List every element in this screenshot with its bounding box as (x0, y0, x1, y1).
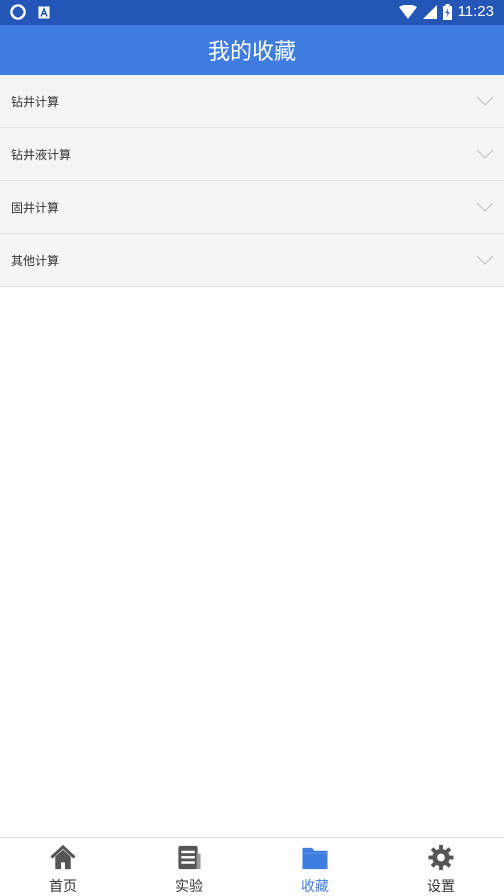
list-item-cementing-calc[interactable]: 固井计算 (0, 181, 504, 234)
cell-signal-icon (422, 4, 437, 19)
folder-icon (302, 847, 328, 870)
page-title: 我的收藏 (207, 40, 296, 65)
tab-label: 实验 (175, 879, 203, 895)
list-item-other-calc[interactable]: 其他计算 (0, 234, 504, 287)
list-item-label: 固井计算 (11, 200, 60, 215)
app-bar: 我的收藏 (0, 25, 504, 75)
favorites-list: 钻井计算 钻井液计算 固井计算 其他计算 (0, 75, 504, 287)
list-item-drilling-calc[interactable]: 钻井计算 (0, 75, 504, 128)
tab-home[interactable]: 首页 (0, 838, 126, 896)
tab-label: 设置 (427, 879, 455, 895)
chevron-down-icon (476, 96, 494, 106)
gear-icon (428, 844, 454, 871)
chevron-down-icon (476, 202, 494, 212)
wifi-icon (398, 4, 417, 19)
sync-icon (10, 4, 26, 20)
keyboard-a-icon (38, 6, 50, 18)
status-bar: 11:23 (0, 0, 504, 25)
bottom-tab-bar: 首页 实验 收藏 设置 (0, 837, 504, 896)
chevron-down-icon (476, 149, 494, 159)
tab-settings[interactable]: 设置 (378, 838, 504, 896)
chevron-down-icon (476, 255, 494, 265)
clock-time: 11:23 (457, 3, 494, 20)
list-item-label: 钻井计算 (11, 94, 60, 109)
battery-icon (442, 3, 452, 20)
list-item-label: 钻井液计算 (11, 147, 72, 162)
home-icon (50, 844, 76, 870)
document-icon (178, 845, 201, 870)
tab-label: 收藏 (301, 879, 329, 895)
list-item-label: 其他计算 (11, 253, 60, 268)
tab-favorites[interactable]: 收藏 (252, 838, 378, 896)
list-item-drilling-fluid-calc[interactable]: 钻井液计算 (0, 128, 504, 181)
tab-experiment[interactable]: 实验 (126, 838, 252, 896)
tab-label: 首页 (49, 879, 77, 895)
